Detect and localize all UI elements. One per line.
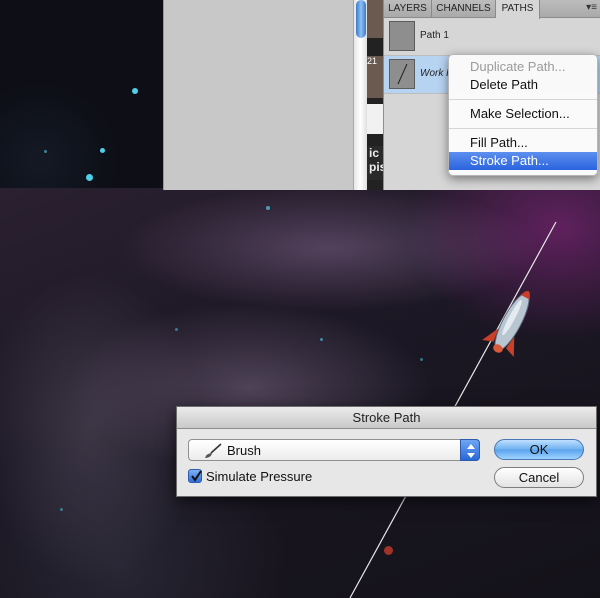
thumbnail-text: ic pise	[367, 146, 383, 180]
thumbnail-strip: 21 ic pise	[367, 0, 383, 190]
tab-layers[interactable]: LAYERS	[384, 0, 432, 18]
star	[320, 338, 323, 341]
menu-item-stroke-path[interactable]: Stroke Path...	[449, 152, 597, 170]
panel-menu-icon[interactable]: ▾≡	[586, 2, 597, 13]
thumbnail: 21	[367, 56, 383, 98]
thumbnail	[367, 104, 383, 134]
path-row[interactable]: Path 1	[384, 18, 600, 56]
tab-paths[interactable]: PATHS	[496, 0, 540, 19]
checkmark-icon	[191, 470, 202, 482]
menu-separator	[449, 128, 597, 129]
star	[384, 546, 393, 555]
star	[60, 508, 63, 511]
menu-separator	[449, 99, 597, 100]
select-stepper-icon[interactable]	[460, 439, 480, 461]
cancel-button[interactable]: Cancel	[494, 467, 584, 488]
ok-button[interactable]: OK	[494, 439, 584, 460]
tool-select[interactable]: Brush	[188, 439, 480, 461]
star	[100, 148, 105, 153]
brush-icon	[205, 443, 222, 458]
menu-item-make-selection[interactable]: Make Selection...	[449, 105, 597, 123]
tab-channels[interactable]: CHANNELS	[432, 0, 496, 18]
simulate-pressure-label: Simulate Pressure	[206, 469, 313, 484]
star	[86, 174, 93, 181]
path-context-menu: Duplicate Path... Delete Path Make Selec…	[448, 54, 598, 176]
thumbnail	[367, 0, 383, 38]
tool-select-value: Brush	[227, 443, 261, 458]
scrollbar-thumb[interactable]	[356, 0, 366, 38]
path-label: Path 1	[420, 30, 449, 41]
star	[420, 358, 423, 361]
stroke-path-dialog: Stroke Path Brush Simulate Pressure OK C…	[176, 406, 597, 497]
dialog-title: Stroke Path	[177, 407, 596, 429]
menu-item-fill-path[interactable]: Fill Path...	[449, 134, 597, 152]
thumbnail-number: 21	[367, 56, 378, 66]
simulate-pressure-checkbox[interactable]	[188, 469, 202, 483]
path-thumbnail	[389, 21, 415, 51]
star	[132, 88, 138, 94]
star	[175, 328, 178, 331]
panel-tab-bar: LAYERS CHANNELS PATHS ▾≡	[384, 0, 600, 19]
space-background	[0, 188, 600, 598]
vertical-scrollbar[interactable]	[353, 0, 367, 190]
menu-item-duplicate-path: Duplicate Path...	[470, 59, 566, 74]
menu-item-delete-path[interactable]: Delete Path	[449, 76, 597, 94]
star	[44, 150, 47, 153]
path-thumbnail	[389, 59, 415, 89]
star	[266, 206, 270, 210]
document-canvas-area	[163, 0, 353, 190]
